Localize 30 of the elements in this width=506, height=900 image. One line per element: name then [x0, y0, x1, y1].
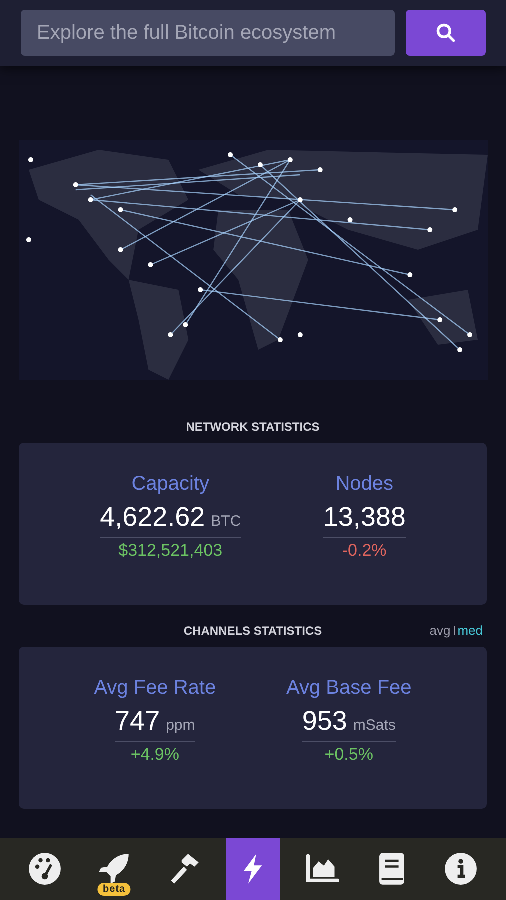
stat-unit: BTC: [211, 513, 242, 530]
stat-label: Capacity: [132, 473, 210, 496]
toggle-option[interactable]: avg: [430, 623, 451, 638]
search-field[interactable]: Explore the full Bitcoin ecosystem: [21, 10, 395, 56]
stat-unit: mSats: [353, 717, 396, 734]
stat-change: +4.9%: [130, 745, 180, 765]
stat-value: 4,622.62: [100, 502, 206, 533]
stat-value: 13,388: [323, 502, 406, 533]
section-title: NETWORK STATISTICS: [186, 420, 320, 434]
chart-icon: [305, 854, 340, 884]
stat-label: Avg Fee Rate: [94, 677, 216, 700]
nav-tab[interactable]: beta: [87, 838, 142, 900]
stat-label: Nodes: [336, 473, 394, 496]
rocket-icon: [97, 852, 132, 886]
stat-value: 747: [115, 706, 160, 737]
beta-badge: beta: [98, 883, 131, 896]
nav-tab[interactable]: [226, 838, 280, 900]
stat-value: 953: [302, 706, 348, 737]
gauge-icon: [28, 852, 62, 886]
search-button[interactable]: [406, 10, 486, 56]
info-icon: [444, 852, 478, 886]
section-title: CHANNELS STATISTICS: [184, 624, 322, 638]
stat-change: +0.5%: [324, 745, 374, 765]
stat-change: $312,521,403: [118, 541, 223, 561]
book-icon: [378, 852, 406, 886]
search-icon: [435, 22, 457, 44]
stat-change: -0.2%: [342, 541, 387, 561]
toggle-option[interactable]: med: [458, 623, 483, 638]
stat-label: Avg Base Fee: [286, 677, 412, 700]
stat-unit: ppm: [166, 717, 196, 734]
